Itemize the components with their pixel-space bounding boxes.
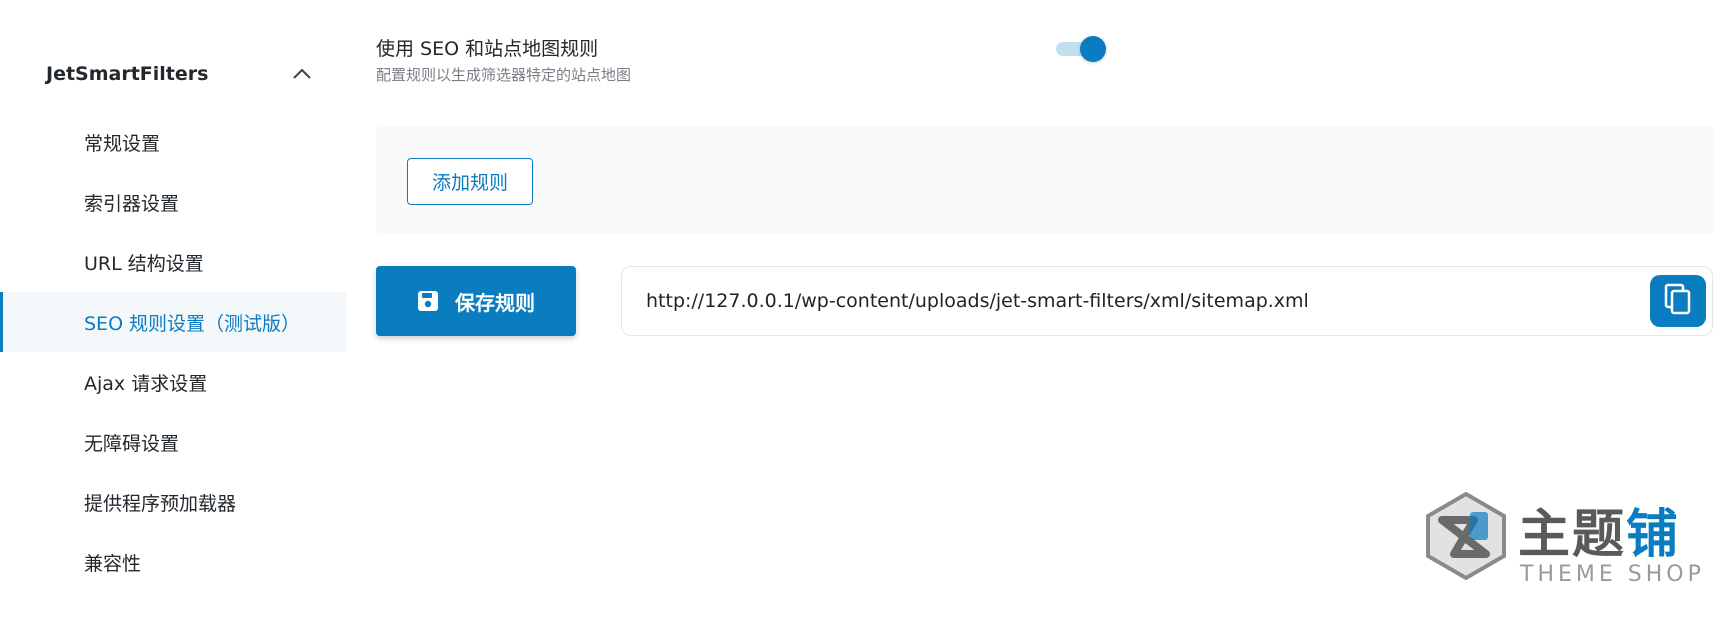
theme-shop-logo-icon [1420, 490, 1512, 586]
sidebar-item-label: 兼容性 [84, 552, 142, 575]
chevron-up-icon[interactable] [290, 62, 314, 86]
sidebar-item-label: 索引器设置 [84, 192, 180, 215]
seo-rules-toggle[interactable] [1056, 36, 1108, 62]
copy-url-button[interactable] [1650, 275, 1706, 327]
sidebar-item-label: URL 结构设置 [84, 252, 204, 275]
sidebar-item-ajax[interactable]: Ajax 请求设置 [0, 352, 346, 412]
watermark-en-text: THEME SHOP [1520, 562, 1705, 587]
seo-sitemap-setting: 使用 SEO 和站点地图规则 配置规则以生成筛选器特定的站点地图 [376, 36, 1116, 96]
sidebar-item-label: SEO 规则设置（测试版） [84, 312, 301, 335]
watermark-cn-text: 主题铺 [1518, 505, 1681, 565]
sidebar-item-indexer[interactable]: 索引器设置 [0, 172, 346, 232]
sidebar-item-seo-rules[interactable]: SEO 规则设置（测试版） [0, 292, 346, 352]
sidebar-item-accessibility[interactable]: 无障碍设置 [0, 412, 346, 472]
copy-icon [1663, 282, 1693, 320]
rules-panel: 添加规则 [376, 126, 1713, 234]
settings-sidebar: JetSmartFilters 常规设置 索引器设置 URL 结构设置 SEO … [0, 0, 346, 620]
sidebar-item-provider-preloader[interactable]: 提供程序预加载器 [0, 472, 346, 532]
save-button-label: 保存规则 [455, 290, 535, 315]
sidebar-item-url-structure[interactable]: URL 结构设置 [0, 232, 346, 292]
page: JetSmartFilters 常规设置 索引器设置 URL 结构设置 SEO … [0, 0, 1713, 620]
sidebar-item-label: 无障碍设置 [84, 432, 180, 455]
sitemap-url-field[interactable]: http://127.0.0.1/wp-content/uploads/jet-… [621, 266, 1713, 336]
sitemap-url: http://127.0.0.1/wp-content/uploads/jet-… [646, 290, 1309, 312]
sidebar-nav: 常规设置 索引器设置 URL 结构设置 SEO 规则设置（测试版） Ajax 请… [0, 112, 346, 592]
theme-shop-watermark: 主题铺 THEME SHOP [1420, 490, 1701, 600]
toggle-knob [1080, 36, 1106, 62]
sidebar-item-label: 提供程序预加载器 [84, 492, 237, 515]
add-rule-button[interactable]: 添加规则 [407, 158, 533, 205]
setting-title: 使用 SEO 和站点地图规则 [376, 38, 599, 60]
sidebar-item-label: 常规设置 [84, 132, 161, 155]
sidebar-title: JetSmartFilters [46, 63, 209, 85]
setting-description: 配置规则以生成筛选器特定的站点地图 [376, 66, 632, 84]
sidebar-item-general[interactable]: 常规设置 [0, 112, 346, 172]
sidebar-item-compatibility[interactable]: 兼容性 [0, 532, 346, 592]
save-rules-button[interactable]: 保存规则 [376, 266, 576, 336]
sidebar-section-toggle[interactable]: JetSmartFilters [0, 44, 346, 104]
sidebar-item-label: Ajax 请求设置 [84, 372, 208, 395]
save-icon [417, 289, 441, 313]
